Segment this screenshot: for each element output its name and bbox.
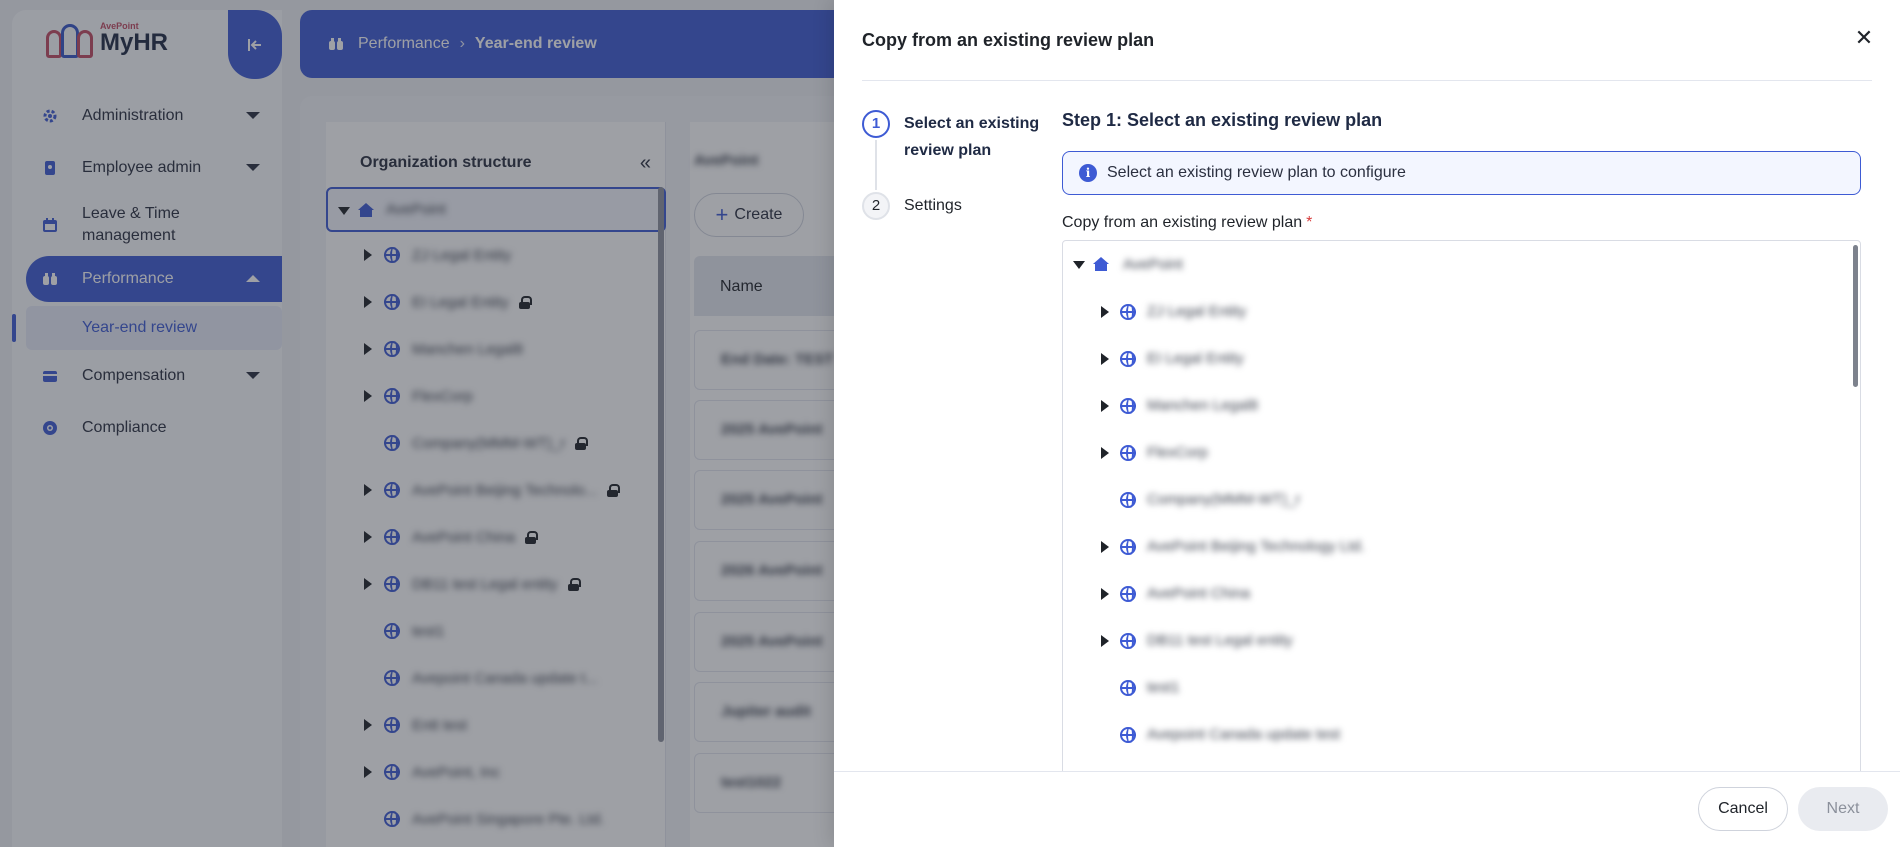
cancel-button[interactable]: Cancel bbox=[1698, 787, 1788, 831]
dialog-divider bbox=[862, 80, 1872, 81]
home-icon bbox=[1093, 257, 1109, 271]
caret-right-icon[interactable] bbox=[1101, 635, 1109, 647]
globe-icon bbox=[1120, 304, 1136, 320]
tree-label: test1 bbox=[1147, 679, 1180, 696]
tree-label: ZJ Legal Entity bbox=[1147, 303, 1247, 320]
tree-label: AvePoint China bbox=[1147, 585, 1251, 602]
required-mark: * bbox=[1306, 214, 1313, 231]
step-label: Select an existing review plan bbox=[904, 115, 1040, 159]
close-icon[interactable]: ✕ bbox=[1852, 26, 1876, 50]
caret-right-icon[interactable] bbox=[1101, 306, 1109, 318]
plan-field-label: Copy from an existing review plan * bbox=[1062, 214, 1312, 232]
tree-label: Manchen Legal8 bbox=[1147, 397, 1258, 414]
caret-right-icon[interactable] bbox=[1101, 400, 1109, 412]
tree-item[interactable]: Manchen Legal8 bbox=[1063, 382, 1853, 429]
tree-label: AvePoint Beijing Technology Ltd. bbox=[1147, 538, 1365, 555]
caret-down-icon[interactable] bbox=[1073, 261, 1085, 269]
globe-icon bbox=[1120, 445, 1136, 461]
tree-item[interactable]: DB11 test Legal entity bbox=[1063, 617, 1853, 664]
tree-item[interactable]: FlexCorp bbox=[1063, 429, 1853, 476]
globe-icon bbox=[1120, 539, 1136, 555]
globe-icon bbox=[1120, 633, 1136, 649]
step-number: 2 bbox=[862, 192, 890, 220]
info-text: Select an existing review plan to config… bbox=[1107, 164, 1406, 181]
copy-review-plan-dialog: Copy from an existing review plan ✕ 1 Se… bbox=[834, 0, 1900, 847]
tree-item[interactable]: Company(MMM-WT)_r bbox=[1063, 476, 1853, 523]
info-banner: i Select an existing review plan to conf… bbox=[1062, 151, 1861, 195]
tree-scrollbar[interactable] bbox=[1853, 245, 1858, 387]
tree-item[interactable]: ZJ Legal Entity bbox=[1063, 288, 1853, 335]
tree-item[interactable]: EI Legal Entity bbox=[1063, 335, 1853, 382]
tree-label: FlexCorp bbox=[1147, 444, 1208, 461]
tree-label: EI Legal Entity bbox=[1147, 350, 1244, 367]
tree-label: DB11 test Legal entity bbox=[1147, 632, 1293, 649]
step-connector bbox=[875, 140, 877, 190]
tree-item[interactable]: AvePoint Beijing Technology Ltd. bbox=[1063, 523, 1853, 570]
dialog-title: Copy from an existing review plan bbox=[862, 30, 1155, 50]
tree-label: AvePoint bbox=[1123, 256, 1183, 273]
review-plan-tree: AvePoint ZJ Legal Entity EI Legal Entity… bbox=[1062, 240, 1861, 847]
tree-item[interactable]: Avepoint Canada update test bbox=[1063, 711, 1853, 758]
globe-icon bbox=[1120, 351, 1136, 367]
caret-right-icon[interactable] bbox=[1101, 541, 1109, 553]
dialog-footer: Cancel Next bbox=[834, 771, 1900, 847]
step-label: Settings bbox=[904, 197, 962, 214]
globe-icon bbox=[1120, 680, 1136, 696]
tree-item[interactable]: test1 bbox=[1063, 664, 1853, 711]
tree-item[interactable]: AvePoint China bbox=[1063, 570, 1853, 617]
tree-label: Company(MMM-WT)_r bbox=[1147, 491, 1301, 508]
globe-icon bbox=[1120, 492, 1136, 508]
plan-field-label-text: Copy from an existing review plan bbox=[1062, 214, 1303, 231]
caret-right-icon[interactable] bbox=[1101, 353, 1109, 365]
next-button[interactable]: Next bbox=[1798, 787, 1888, 831]
tree-root[interactable]: AvePoint bbox=[1063, 241, 1853, 288]
tree-label: Avepoint Canada update test bbox=[1147, 726, 1341, 743]
caret-right-icon[interactable] bbox=[1101, 447, 1109, 459]
step-number: 1 bbox=[862, 110, 890, 138]
step-heading: Step 1: Select an existing review plan bbox=[1062, 110, 1383, 130]
stepper: 1 Select an existing review plan 2 Setti… bbox=[862, 110, 1062, 220]
globe-icon bbox=[1120, 398, 1136, 414]
info-icon: i bbox=[1079, 164, 1097, 182]
globe-icon bbox=[1120, 727, 1136, 743]
caret-right-icon[interactable] bbox=[1101, 588, 1109, 600]
step-select-plan: 1 Select an existing review plan bbox=[862, 110, 1062, 164]
step-settings: 2 Settings bbox=[862, 192, 1062, 220]
globe-icon bbox=[1120, 586, 1136, 602]
